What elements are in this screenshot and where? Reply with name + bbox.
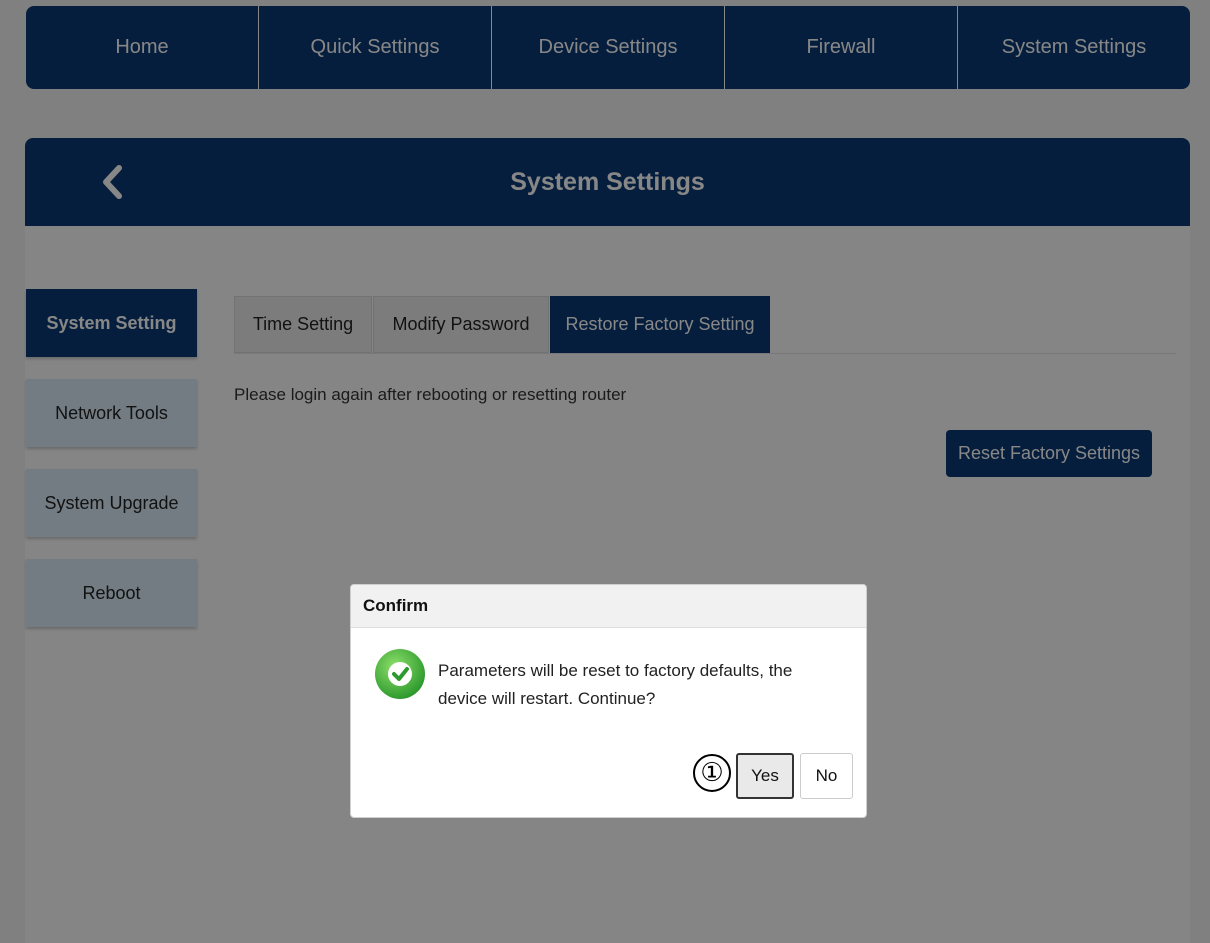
yes-button[interactable]: Yes — [736, 753, 794, 799]
no-button[interactable]: No — [800, 753, 853, 799]
dialog-title: Confirm — [351, 585, 866, 628]
dialog-message-line2: device will restart. Continue? — [438, 689, 656, 708]
dialog-message-line1: Parameters will be reset to factory defa… — [438, 661, 793, 680]
step-marker: ① — [693, 754, 731, 792]
confirm-dialog: Confirm Parameters will be reset to fact… — [350, 584, 867, 818]
check-circle-icon — [375, 649, 425, 699]
dialog-message: Parameters will be reset to factory defa… — [438, 657, 838, 713]
